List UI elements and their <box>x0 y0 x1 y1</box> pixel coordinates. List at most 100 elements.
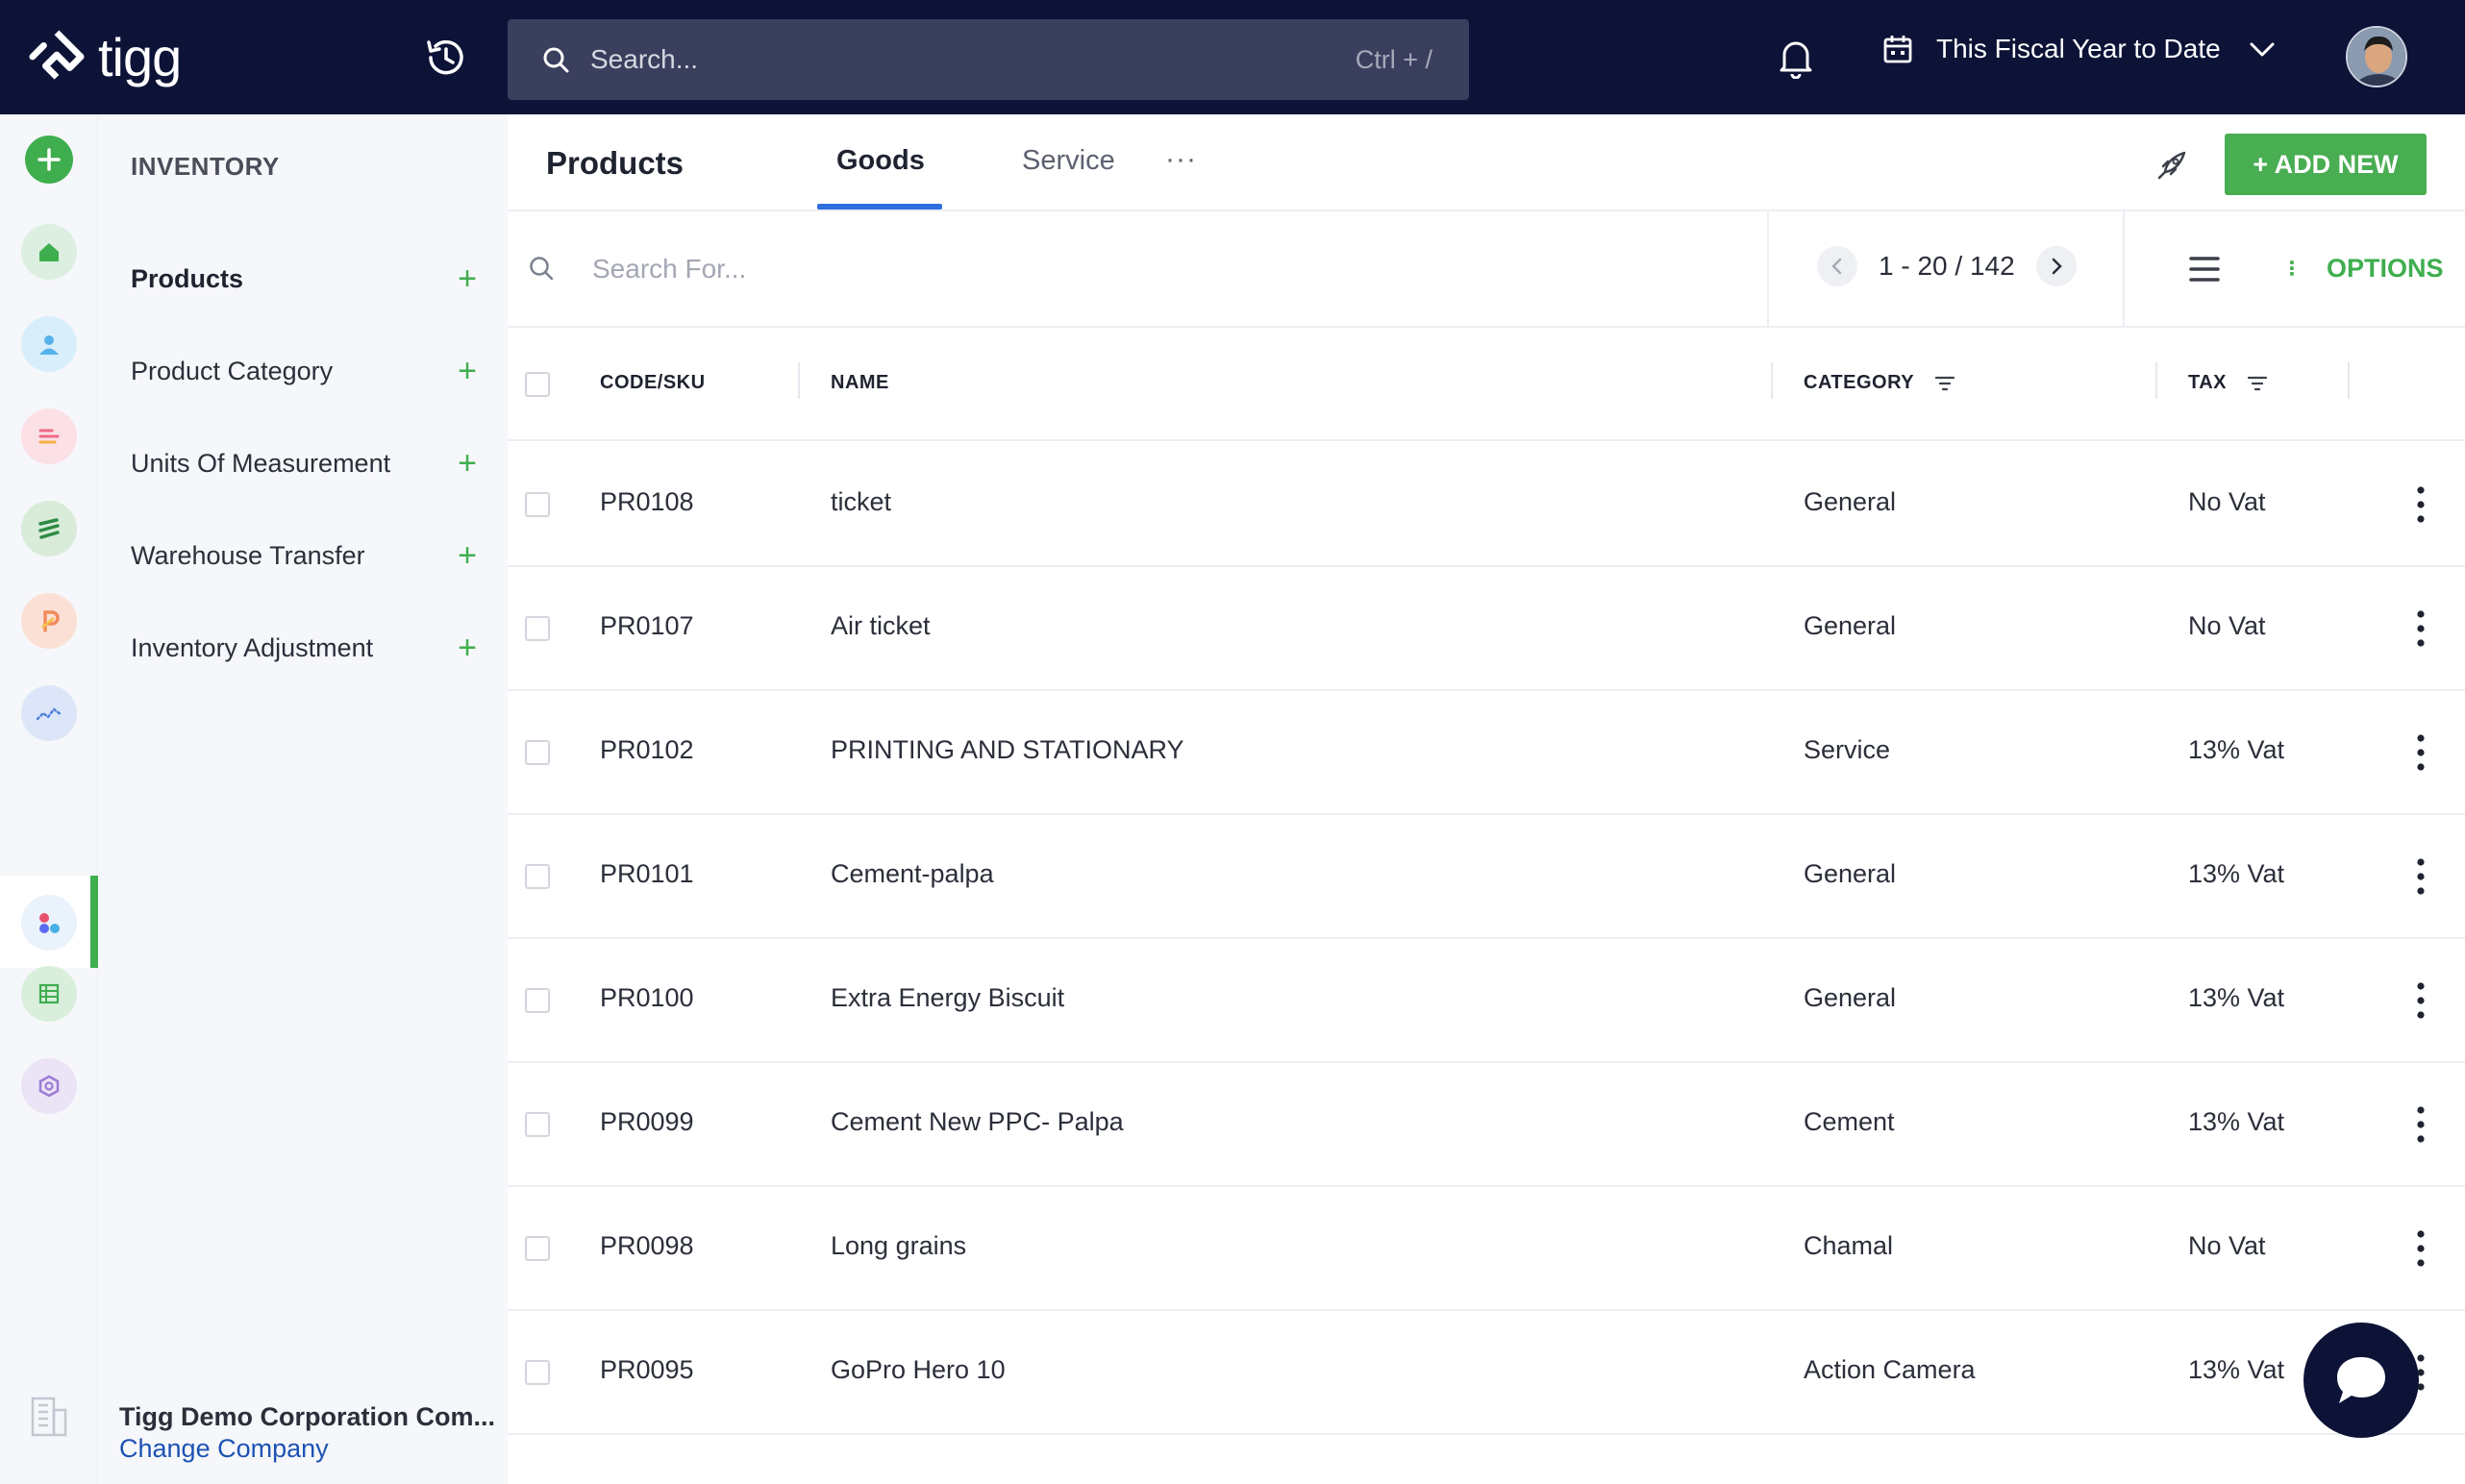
nav-spreadsheet[interactable] <box>21 966 77 1022</box>
menu-icon[interactable] <box>2188 254 2221 284</box>
table-row[interactable]: PR0107 Air ticket General No Vat <box>508 567 2465 691</box>
cell-name[interactable]: PRINTING AND STATIONARY <box>831 735 1184 765</box>
more-tabs-button[interactable]: ··· <box>1165 143 1197 176</box>
prev-page-button[interactable] <box>1817 246 1857 286</box>
cell-name[interactable]: Air ticket <box>831 611 931 641</box>
row-checkbox[interactable] <box>525 864 550 889</box>
global-search-placeholder: Search... <box>590 44 699 74</box>
nav-contacts[interactable] <box>21 316 77 372</box>
nav-purchase[interactable] <box>21 593 77 649</box>
column-divider[interactable] <box>2348 362 2350 399</box>
sidebar-item-inventory-adjustment[interactable]: Inventory Adjustment + <box>131 624 477 672</box>
logo[interactable]: tigg <box>29 27 182 87</box>
chevron-down-icon <box>2250 42 2275 57</box>
cell-name[interactable]: GoPro Hero 10 <box>831 1355 1006 1385</box>
sidebar-item-warehouse-transfer[interactable]: Warehouse Transfer + <box>131 532 477 580</box>
column-header-code[interactable]: CODE/SKU <box>600 372 706 394</box>
sidebar-heading: INVENTORY <box>131 152 280 181</box>
page-title: Products <box>546 145 685 181</box>
column-divider[interactable] <box>798 362 800 399</box>
filter-icon[interactable] <box>2246 374 2269 393</box>
table-search-input[interactable]: Search For... <box>592 254 746 284</box>
filter-icon[interactable] <box>1933 374 1956 393</box>
active-tab-underline <box>817 204 942 210</box>
plus-circle-icon <box>37 148 61 171</box>
nav-sales[interactable] <box>21 501 77 556</box>
nav-accounting[interactable] <box>21 408 77 464</box>
kebab-icon[interactable] <box>2415 1105 2427 1144</box>
column-label: CODE/SKU <box>600 372 706 393</box>
kebab-icon[interactable] <box>2415 981 2427 1020</box>
kebab-icon[interactable] <box>2415 733 2427 772</box>
change-company-link[interactable]: Change Company <box>119 1434 504 1464</box>
select-all-checkbox[interactable] <box>525 372 550 397</box>
nav-reports[interactable] <box>21 685 77 741</box>
nav-home[interactable] <box>21 224 77 280</box>
add-unit-icon[interactable]: + <box>458 447 477 480</box>
purchase-icon <box>41 610 60 632</box>
table-row[interactable]: PR0098 Long grains Chamal No Vat <box>508 1187 2465 1311</box>
cell-tax: 13% Vat <box>2188 735 2285 764</box>
table-row[interactable]: PR0100 Extra Energy Biscuit General 13% Vat <box>508 939 2465 1063</box>
cell-name[interactable]: Long grains <box>831 1231 966 1261</box>
kebab-icon[interactable] <box>2415 485 2427 524</box>
options-dots-icon: ⋮ <box>2282 258 2302 280</box>
nav-inventory-active[interactable] <box>0 876 98 968</box>
table-row[interactable]: PR0108 ticket General No Vat <box>508 443 2465 567</box>
add-transfer-icon[interactable]: + <box>458 539 477 572</box>
home-icon <box>39 243 59 261</box>
create-button[interactable] <box>25 136 73 184</box>
kebab-icon[interactable] <box>2415 857 2427 896</box>
options-button[interactable]: ⋮ OPTIONS <box>2282 254 2444 284</box>
row-checkbox[interactable] <box>525 1236 550 1261</box>
sidebar-item-label: Products <box>131 263 244 293</box>
history-icon[interactable] <box>423 35 469 81</box>
cell-category: Chamal <box>1804 1231 1894 1260</box>
kebab-icon[interactable] <box>2415 609 2427 648</box>
row-checkbox[interactable] <box>525 616 550 641</box>
cell-name[interactable]: Cement-palpa <box>831 859 994 889</box>
sidebar-item-products[interactable]: Products + <box>131 255 477 303</box>
nav-settings[interactable] <box>21 1058 77 1114</box>
add-category-icon[interactable]: + <box>458 355 477 387</box>
cell-code: PR0098 <box>600 1231 694 1260</box>
period-selector[interactable]: This Fiscal Year to Date <box>1882 33 2278 65</box>
tab-goods[interactable]: Goods <box>836 145 925 177</box>
table-row[interactable]: PR0095 GoPro Hero 10 Action Camera 13% Vat <box>508 1311 2465 1435</box>
kebab-icon[interactable] <box>2415 1229 2427 1268</box>
row-checkbox[interactable] <box>525 492 550 517</box>
table-row[interactable]: PR0099 Cement New PPC- Palpa Cement 13% Vat <box>508 1063 2465 1187</box>
column-header-tax[interactable]: TAX <box>2188 372 2269 394</box>
cell-category: General <box>1804 859 1897 888</box>
global-search-input[interactable]: Search... Ctrl + / <box>508 19 1469 100</box>
table-header: CODE/SKU NAME CATEGORY TAX <box>508 328 2465 441</box>
row-checkbox[interactable] <box>525 988 550 1013</box>
cell-name[interactable]: ticket <box>831 487 891 517</box>
row-checkbox[interactable] <box>525 740 550 765</box>
table-row[interactable]: PR0101 Cement-palpa General 13% Vat <box>508 815 2465 939</box>
row-checkbox[interactable] <box>525 1112 550 1137</box>
app-rail <box>0 114 98 1484</box>
add-product-icon[interactable]: + <box>458 262 477 295</box>
avatar[interactable] <box>2346 26 2407 87</box>
sidebar-item-product-category[interactable]: Product Category + <box>131 347 477 395</box>
bell-icon[interactable] <box>1777 37 1815 79</box>
sidebar-item-label: Inventory Adjustment <box>131 632 374 662</box>
next-page-button[interactable] <box>2035 246 2077 286</box>
cell-name[interactable]: Extra Energy Biscuit <box>831 983 1064 1013</box>
table-row[interactable]: PR0102 PRINTING AND STATIONARY Service 13% … <box>508 691 2465 815</box>
nav-inventory[interactable] <box>21 895 77 951</box>
column-header-name[interactable]: NAME <box>831 372 889 394</box>
add-adjustment-icon[interactable]: + <box>458 631 477 664</box>
add-new-button[interactable]: + ADD NEW <box>2225 134 2427 195</box>
tab-service[interactable]: Service <box>1022 145 1115 177</box>
sidebar-item-units[interactable]: Units Of Measurement + <box>131 439 477 487</box>
column-divider[interactable] <box>2155 362 2157 399</box>
column-header-category[interactable]: CATEGORY <box>1804 372 1956 394</box>
rocket-icon[interactable] <box>2155 147 2190 182</box>
column-divider[interactable] <box>1771 362 1773 399</box>
chart-icon <box>36 707 62 721</box>
row-checkbox[interactable] <box>525 1360 550 1385</box>
chat-button[interactable] <box>2303 1323 2419 1438</box>
cell-name[interactable]: Cement New PPC- Palpa <box>831 1107 1124 1137</box>
